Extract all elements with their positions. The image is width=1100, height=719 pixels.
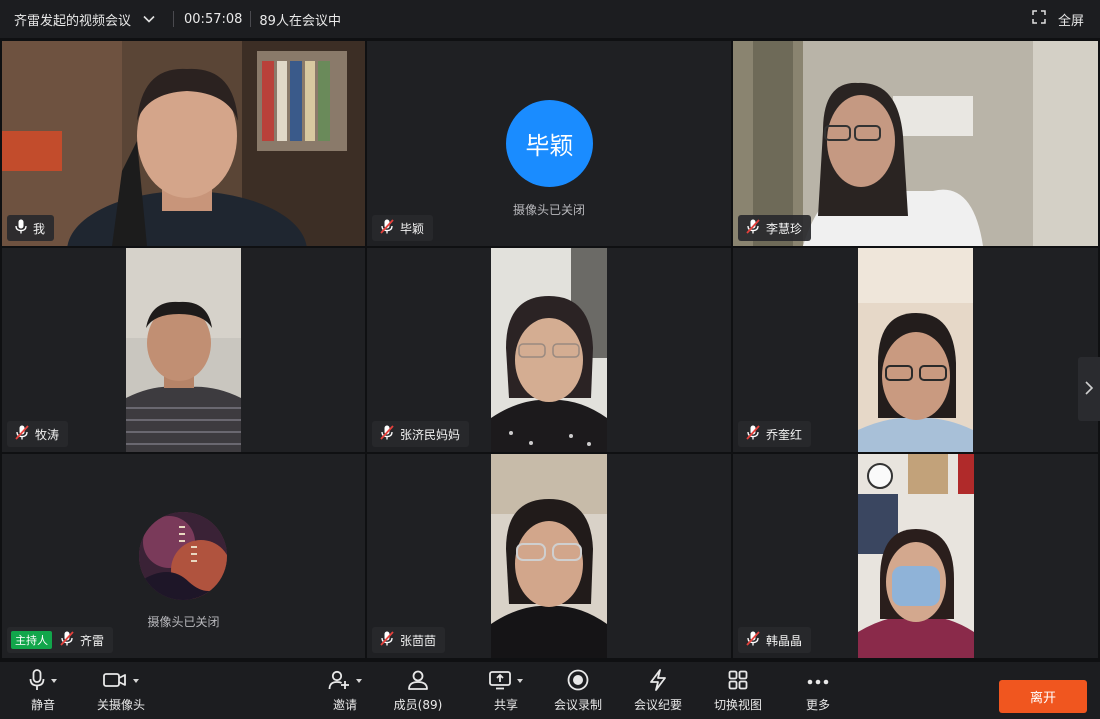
meeting-title: 齐雷发起的视频会议	[14, 13, 132, 29]
members-button[interactable]: 成员(89)	[390, 662, 446, 719]
name-label: 张茴茴	[372, 627, 446, 653]
share-label: 共享	[493, 698, 518, 712]
share-button[interactable]: 共享	[484, 662, 528, 719]
participant-video	[2, 41, 365, 246]
fullscreen-icon	[1032, 10, 1046, 28]
video-tile[interactable]: 牧涛	[2, 248, 365, 452]
invite-label: 邀请	[332, 698, 357, 712]
avatar-text: 毕颖	[525, 132, 574, 160]
microphone-muted-icon	[380, 631, 394, 649]
video-tile[interactable]: 李慧珍	[733, 41, 1098, 246]
participant-name: 张济民妈妈	[400, 427, 461, 442]
grid-view-icon	[728, 670, 748, 693]
microphone-muted-icon	[746, 631, 760, 649]
participant-video	[491, 454, 607, 658]
more-label: 更多	[805, 698, 830, 712]
video-tile[interactable]: 乔奎红	[733, 248, 1098, 452]
participant-name: 齐雷	[80, 633, 105, 648]
record-button[interactable]: 会议录制	[550, 662, 606, 719]
meeting-timer: 00:57:08	[184, 11, 243, 27]
name-label: 张济民妈妈	[372, 421, 470, 447]
camera-off-label: 关摄像头	[96, 698, 145, 712]
switch-view-button[interactable]: 切换视图	[710, 662, 766, 719]
camera-icon	[103, 671, 127, 692]
name-label: 主持人 齐雷	[7, 627, 114, 653]
microphone-muted-icon	[380, 219, 394, 237]
fullscreen-button[interactable]: 全屏	[1032, 0, 1084, 38]
video-tile[interactable]: 摄像头已关闭 主持人 齐雷	[2, 454, 365, 658]
name-label: 乔奎红	[738, 421, 812, 447]
members-label: 成员(89)	[393, 698, 443, 712]
participant-name: 毕颖	[400, 221, 425, 236]
leave-button[interactable]: 离开	[999, 680, 1087, 713]
microphone-muted-icon	[746, 425, 760, 443]
participant-name: 牧涛	[35, 427, 60, 442]
more-icon	[807, 674, 829, 688]
share-screen-icon	[489, 670, 511, 693]
meeting-toolbar: 静音 关摄像头 邀请 成员(89) 共享 会议录制 会议纪要 切换视图 更多 离…	[0, 662, 1100, 719]
mute-button[interactable]: 静音	[18, 662, 68, 719]
members-icon	[407, 670, 429, 693]
record-icon	[567, 669, 589, 694]
microphone-muted-icon	[380, 425, 394, 443]
next-page-button[interactable]	[1078, 357, 1100, 421]
participant-name: 我	[33, 221, 46, 236]
avatar: 毕颖	[506, 100, 593, 187]
participant-video	[126, 248, 241, 452]
participant-name: 李慧珍	[766, 221, 803, 236]
video-tile[interactable]: 毕颖 摄像头已关闭 毕颖	[367, 41, 731, 246]
add-user-icon	[328, 670, 350, 693]
lightning-icon	[647, 668, 669, 694]
chevron-down-icon[interactable]	[141, 11, 157, 27]
invite-button[interactable]: 邀请	[323, 662, 367, 719]
dropdown-arrow-icon[interactable]	[51, 679, 57, 683]
participant-video	[858, 248, 973, 452]
divider	[250, 11, 252, 27]
minutes-label: 会议纪要	[633, 698, 682, 712]
participant-name: 张茴茴	[400, 633, 437, 648]
dropdown-arrow-icon[interactable]	[356, 679, 362, 683]
host-badge: 主持人	[11, 631, 52, 649]
video-grid: 我 毕颖 摄像头已关闭 毕颖 李慧珍 牧涛 张济民妈妈 乔奎红 摄像头已关闭 主…	[0, 40, 1100, 660]
microphone-icon	[29, 668, 45, 694]
name-label: 韩晶晶	[738, 627, 812, 653]
more-button[interactable]: 更多	[798, 662, 838, 719]
name-label: 毕颖	[372, 215, 434, 241]
microphone-muted-icon	[15, 425, 29, 443]
participant-video	[491, 248, 607, 452]
participant-name: 韩晶晶	[766, 633, 803, 648]
avatar	[139, 512, 227, 600]
fullscreen-label: 全屏	[1057, 13, 1084, 29]
dropdown-arrow-icon[interactable]	[133, 679, 139, 683]
mute-label: 静音	[30, 698, 55, 712]
video-tile[interactable]: 韩晶晶	[733, 454, 1098, 658]
switch-view-label: 切换视图	[713, 698, 762, 712]
name-label: 牧涛	[7, 421, 69, 447]
video-tile[interactable]: 张茴茴	[367, 454, 731, 658]
chevron-right-icon	[1084, 380, 1094, 399]
minutes-button[interactable]: 会议纪要	[630, 662, 686, 719]
participant-video	[858, 454, 974, 658]
name-label: 我	[7, 215, 55, 241]
divider	[173, 11, 175, 27]
microphone-muted-icon	[746, 219, 760, 237]
record-label: 会议录制	[553, 698, 602, 712]
camera-off-button[interactable]: 关摄像头	[94, 662, 148, 719]
title-bar: 齐雷发起的视频会议 00:57:08 89人在会议中 全屏	[0, 0, 1100, 38]
dropdown-arrow-icon[interactable]	[517, 679, 523, 683]
participant-name: 乔奎红	[766, 427, 803, 442]
microphone-muted-icon	[60, 631, 74, 649]
video-tile[interactable]: 张济民妈妈	[367, 248, 731, 452]
participant-count: 89人在会议中	[259, 13, 341, 29]
name-label: 李慧珍	[738, 215, 812, 241]
video-tile[interactable]: 我	[2, 41, 365, 246]
microphone-icon	[15, 219, 27, 237]
